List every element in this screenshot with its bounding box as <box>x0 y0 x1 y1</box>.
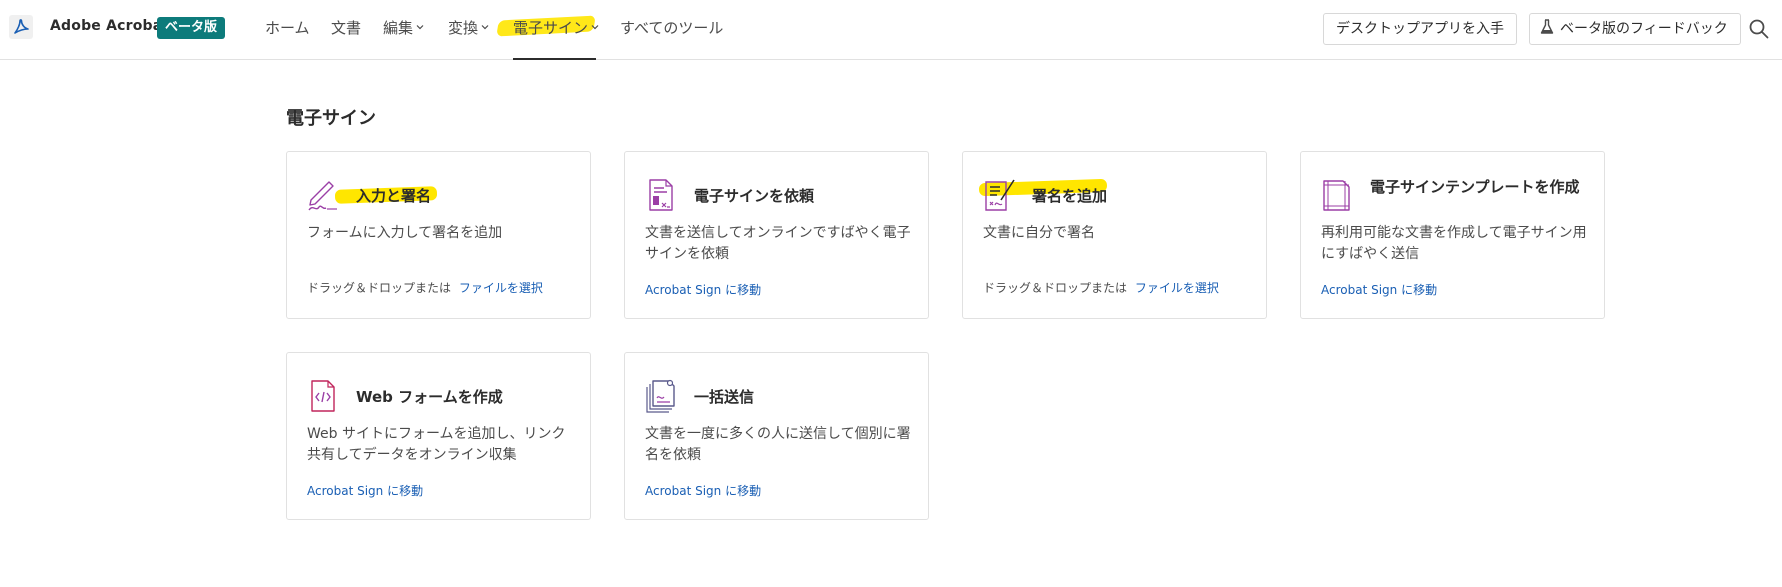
chevron-down-icon <box>591 24 599 29</box>
card-fill-and-sign[interactable]: 入力と署名 フォームに入力して署名を追加 ドラッグ＆ドロップまたは ファイルを選… <box>286 151 591 319</box>
nav-esign[interactable]: 電子サイン <box>513 0 599 60</box>
template-icon <box>1323 180 1350 211</box>
section-title: 電子サイン <box>286 108 376 129</box>
select-file-link[interactable]: ファイルを選択 <box>459 281 543 295</box>
card-footer: ドラッグ＆ドロップまたは ファイルを選択 <box>307 279 543 296</box>
card-description: 文書を送信してオンラインですばやく電子サインを依頼 <box>645 225 911 262</box>
beta-badge: ベータ版 <box>157 17 226 39</box>
card-description: 文書を一度に多くの人に送信して個別に署名を依頼 <box>645 426 911 463</box>
card-footer: Acrobat Sign に移動 <box>1321 281 1437 298</box>
bulk-send-icon <box>646 379 675 413</box>
nav-all-tools[interactable]: すべてのツール <box>620 0 723 60</box>
brand-name[interactable]: Adobe Acrobat <box>50 18 169 34</box>
card-title: 電子サインを依頼 <box>694 187 815 205</box>
acrobat-logo-icon[interactable] <box>9 15 33 39</box>
acrobat-sign-link[interactable]: Acrobat Sign に移動 <box>645 484 761 498</box>
card-create-template[interactable]: 電子サインテンプレートを作成 再利用可能な文書を作成して電子サイン用にすばやく送… <box>1300 151 1605 319</box>
card-bulk-send[interactable]: 一括送信 文書を一度に多くの人に送信して個別に署名を依頼 Acrobat Sig… <box>624 352 929 520</box>
card-title: 入力と署名 <box>356 187 432 205</box>
acrobat-sign-link[interactable]: Acrobat Sign に移動 <box>307 484 423 498</box>
nav-esign-label: 電子サイン <box>513 19 589 37</box>
beta-feedback-button[interactable]: ベータ版のフィードバック <box>1529 13 1741 45</box>
card-request-esign[interactable]: 電子サインを依頼 文書を送信してオンラインですばやく電子サインを依頼 Acrob… <box>624 151 929 319</box>
card-create-web-form[interactable]: Web フォームを作成 Web サイトにフォームを追加し、リンク共有してデータを… <box>286 352 591 520</box>
add-signature-icon <box>985 179 1015 211</box>
card-title: 署名を追加 <box>1032 187 1108 205</box>
card-title: Web フォームを作成 <box>356 388 503 406</box>
chevron-down-icon <box>481 24 489 29</box>
card-description: 再利用可能な文書を作成して電子サイン用にすばやく送信 <box>1321 225 1587 262</box>
drag-drop-text: ドラッグ＆ドロップまたは <box>307 281 452 295</box>
card-title: 一括送信 <box>694 388 755 406</box>
acrobat-sign-link[interactable]: Acrobat Sign に移動 <box>1321 283 1437 297</box>
flask-icon <box>1540 19 1554 34</box>
chevron-down-icon <box>416 24 424 29</box>
card-description: 文書に自分で署名 <box>983 225 1095 241</box>
drag-drop-text: ドラッグ＆ドロップまたは <box>983 281 1128 295</box>
card-add-signature[interactable]: 署名を追加 文書に自分で署名 ドラッグ＆ドロップまたは ファイルを選択 <box>962 151 1267 319</box>
nav-convert[interactable]: 変換 <box>448 0 489 60</box>
card-footer: Acrobat Sign に移動 <box>645 482 761 499</box>
top-header: Adobe Acrobat ベータ版 ホーム 文書 編集 変換 電子サイン すべ… <box>0 0 1782 60</box>
nav-convert-label: 変換 <box>448 19 479 37</box>
search-icon[interactable] <box>1748 18 1770 40</box>
request-esign-icon <box>649 179 673 211</box>
card-title: 電子サインテンプレートを作成 <box>1370 178 1580 196</box>
card-footer: Acrobat Sign に移動 <box>645 281 761 298</box>
beta-feedback-label: ベータ版のフィードバック <box>1560 21 1728 37</box>
web-form-icon <box>311 380 335 412</box>
get-desktop-app-button[interactable]: デスクトップアプリを入手 <box>1323 13 1517 45</box>
nav-edit-label: 編集 <box>383 19 414 37</box>
nav-home[interactable]: ホーム <box>265 0 310 60</box>
nav-edit[interactable]: 編集 <box>383 0 424 60</box>
card-description: Web サイトにフォームを追加し、リンク共有してデータをオンライン収集 <box>307 426 566 463</box>
acrobat-sign-link[interactable]: Acrobat Sign に移動 <box>645 283 761 297</box>
card-footer: Acrobat Sign に移動 <box>307 482 423 499</box>
nav-documents[interactable]: 文書 <box>331 0 361 60</box>
select-file-link[interactable]: ファイルを選択 <box>1135 281 1219 295</box>
card-description: フォームに入力して署名を追加 <box>307 225 503 241</box>
card-footer: ドラッグ＆ドロップまたは ファイルを選択 <box>983 279 1219 296</box>
